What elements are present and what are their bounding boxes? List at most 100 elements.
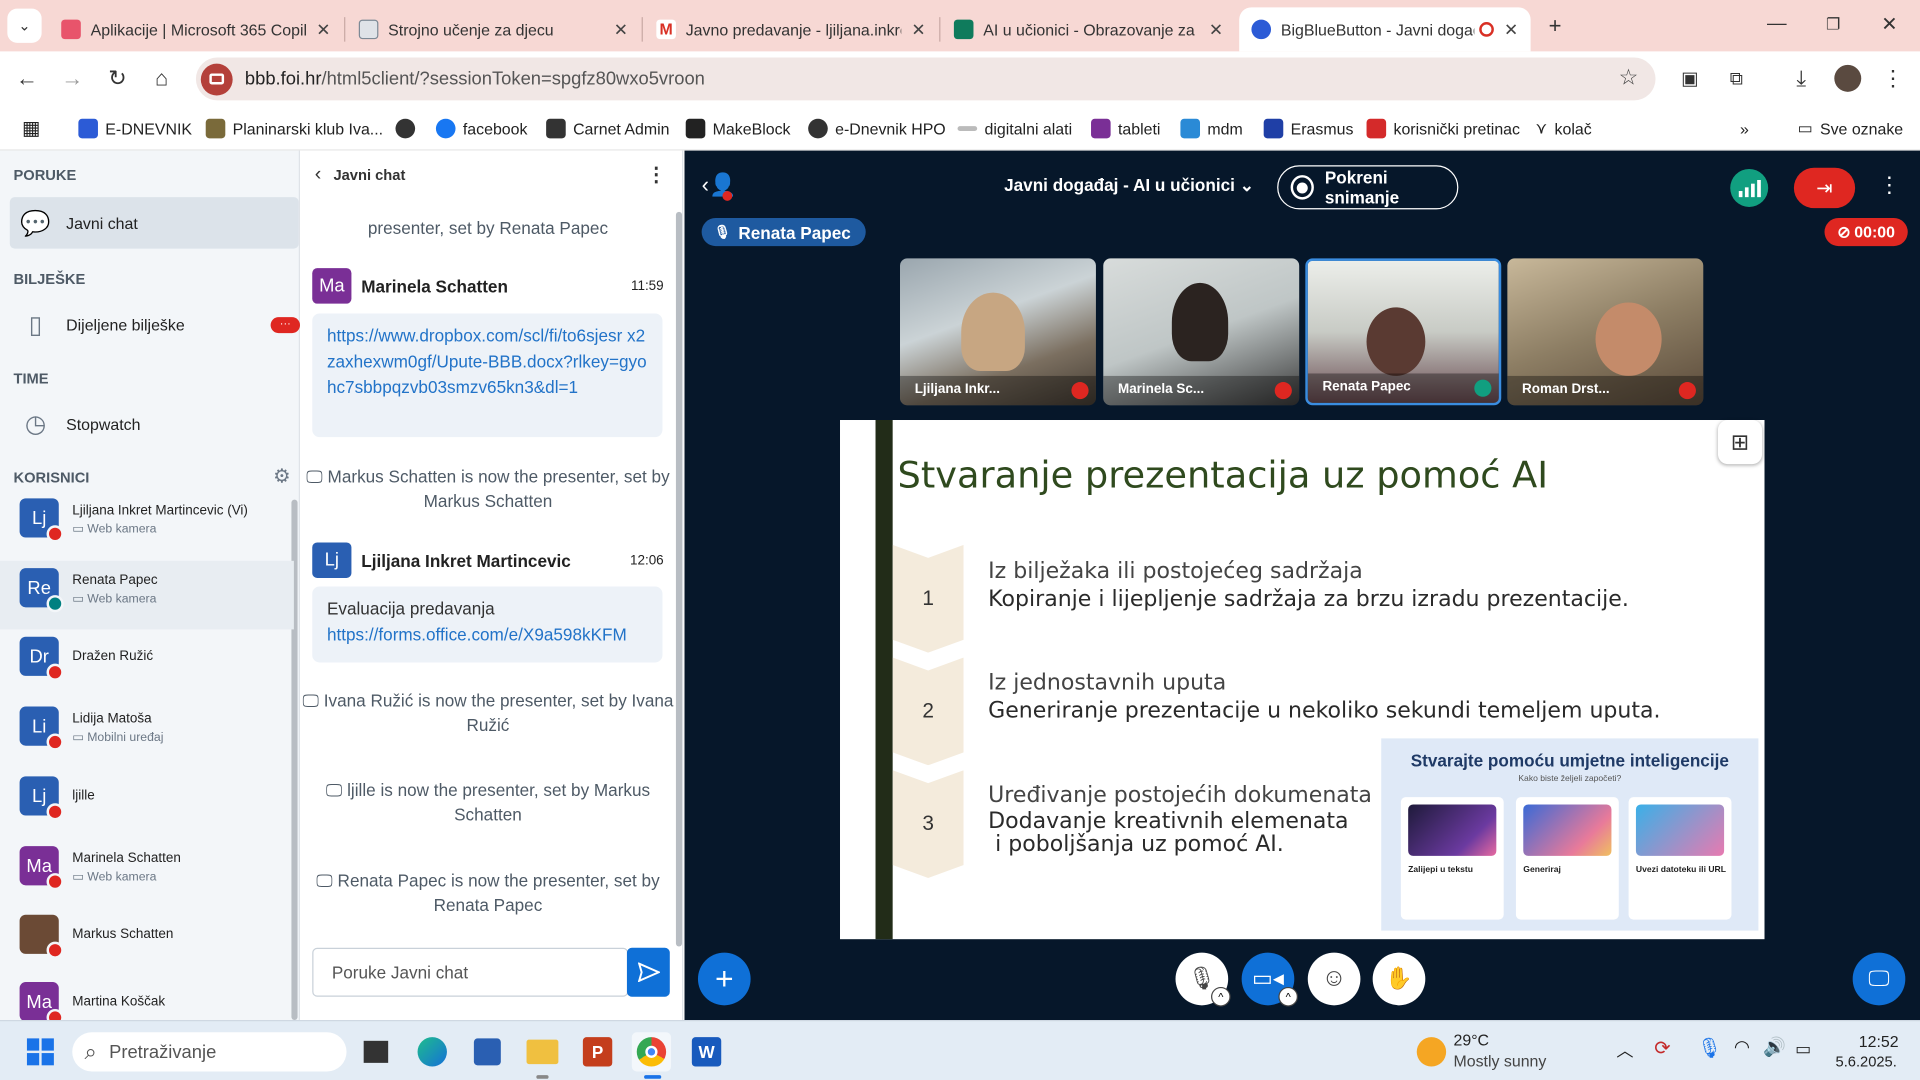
bookmark-ednevnik[interactable]: E-DNEVNIK <box>78 115 192 142</box>
taskbar-file-explorer[interactable] <box>523 1032 562 1071</box>
close-icon[interactable]: ✕ <box>1504 19 1518 40</box>
sync-icon[interactable]: ⟳ <box>1654 1036 1670 1060</box>
bookmark-ednevnik-hpo[interactable]: e-Dnevnik HPO <box>808 115 946 142</box>
chevron-left-icon[interactable]: ‹ <box>315 164 322 186</box>
weather-condition[interactable]: Mostly sunny <box>1453 1052 1546 1070</box>
tab-bigbluebutton[interactable]: BigBlueButton - Javni događ ✕ <box>1239 7 1531 52</box>
user-list-item[interactable]: Ma Marinela Schatten ▭ Web kamera <box>0 839 294 908</box>
new-tab-icon[interactable]: + <box>1538 9 1572 43</box>
chat-options-icon[interactable]: ⋮ <box>647 163 667 187</box>
settings-gear-icon[interactable]: ⚙ <box>273 464 291 488</box>
video-tile[interactable]: Roman Drst... <box>1507 258 1704 406</box>
apps-grid-icon[interactable]: ▦ <box>22 115 41 142</box>
video-tile-active-speaker[interactable]: Renata Papec <box>1305 258 1502 406</box>
step-1-text: Iz bilježaka ili postojećeg sadržaja Kopi… <box>988 558 1629 613</box>
user-list-item[interactable]: Dr Dražen Ružić <box>0 629 294 698</box>
microphone-icon[interactable]: 🎙 <box>1697 1036 1722 1060</box>
close-window-icon[interactable]: ✕ <box>1861 0 1917 49</box>
audio-options-icon[interactable]: ^ <box>1211 986 1231 1007</box>
taskbar-task-view[interactable] <box>356 1032 395 1071</box>
presentation-menu-icon[interactable]: ⊞ <box>1717 420 1763 465</box>
download-icon[interactable]: ⤓ <box>1784 61 1818 95</box>
user-list-item[interactable]: Markus Schatten <box>0 907 294 976</box>
home-icon[interactable]: ⌂ <box>144 61 178 95</box>
tab-strojno-ucenje[interactable]: Strojno učenje za djecu ✕ <box>347 7 641 51</box>
close-icon[interactable]: ✕ <box>911 19 925 40</box>
extensions-icon[interactable]: ⧉ <box>1719 61 1753 95</box>
user-list-item[interactable]: Lj ljille <box>0 769 294 838</box>
bookmark-tableti[interactable]: tableti <box>1091 115 1160 142</box>
bookmark-korisnicki-pretinac[interactable]: korisnički pretinac <box>1366 115 1520 142</box>
options-dots-icon[interactable]: ⋮ <box>1878 173 1900 199</box>
address-bar[interactable]: bbb.foi.hr/html5client/?sessionToken=spg… <box>195 57 1656 101</box>
connection-status-icon[interactable] <box>1730 168 1769 207</box>
back-icon[interactable]: ← <box>10 61 44 95</box>
close-icon[interactable]: ✕ <box>1209 19 1223 40</box>
tab-ai-ucionici[interactable]: AI u učionici - Obrazovanje za ✕ <box>942 7 1236 51</box>
chat-message-input[interactable]: Poruke Javni chat <box>312 947 629 997</box>
close-icon[interactable]: ✕ <box>316 19 330 40</box>
site-info-icon[interactable] <box>200 63 233 95</box>
dropbox-link[interactable]: https://www.dropbox.com/scl/fi/to6sjesr … <box>327 326 647 397</box>
url-text[interactable]: bbb.foi.hr/html5client/?sessionToken=spg… <box>245 69 705 90</box>
raise-hand-button[interactable]: ✋ <box>1372 952 1426 1006</box>
video-tile[interactable]: Ljiljana Inkr... <box>900 258 1096 406</box>
profile-avatar[interactable] <box>1834 64 1862 92</box>
forward-icon[interactable]: → <box>55 61 89 95</box>
camera-options-icon[interactable]: ^ <box>1278 986 1298 1007</box>
tab-m365[interactable]: Aplikacije | Microsoft 365 Copil ✕ <box>49 7 343 51</box>
user-list-item[interactable]: Re Renata Papec ▭ Web kamera <box>0 560 294 630</box>
battery-icon[interactable]: ▭ <box>1795 1038 1811 1059</box>
cast-icon[interactable]: ▣ <box>1673 61 1707 95</box>
volume-icon[interactable]: 🔊 <box>1763 1036 1786 1058</box>
weather-temp[interactable]: 29°C <box>1453 1031 1489 1049</box>
bookmark-facebook[interactable]: facebook <box>435 115 527 142</box>
send-button[interactable] <box>626 947 670 997</box>
minimize-icon[interactable]: — <box>1749 0 1805 49</box>
users-heading: KORISNICI <box>13 468 90 487</box>
sidebar-item-shared-notes[interactable]: ▯ Dijeljene bilješke ··· <box>10 299 301 350</box>
reactions-button[interactable]: ☺ <box>1307 952 1361 1006</box>
start-button[interactable] <box>21 1032 60 1071</box>
forms-link[interactable]: https://forms.office.com/e/X9a598kKFM <box>327 622 648 648</box>
meeting-title[interactable]: Javni događaj - AI u učionici ⌄ <box>1004 175 1254 196</box>
sidebar-item-public-chat[interactable]: 💬 Javni chat <box>9 197 299 249</box>
public-chat-panel: ‹ Javni chat ⋮ presenter, set by Renata … <box>300 150 684 1021</box>
close-icon[interactable]: ✕ <box>614 19 628 40</box>
bookmark-carnet[interactable]: Carnet Admin <box>546 115 670 142</box>
bookmark-globe[interactable] <box>395 115 423 142</box>
taskbar-powerpoint[interactable]: P <box>578 1032 617 1071</box>
clock-time[interactable]: 12:52 <box>1859 1032 1899 1050</box>
tab-gmail[interactable]: M Javno predavanje - ljiljana.inkre ✕ <box>644 7 938 51</box>
presentation-toggle-button[interactable]: 🖵 <box>1852 952 1906 1006</box>
wifi-icon[interactable]: ◠ <box>1734 1036 1750 1058</box>
taskbar-edge[interactable] <box>413 1032 452 1071</box>
bookmark-makeblock[interactable]: MakeBlock <box>685 115 791 142</box>
video-tile[interactable]: Marinela Sc... <box>1103 258 1300 406</box>
bookmark-kolac[interactable]: ⋎ kolač <box>1536 115 1592 142</box>
taskbar-word[interactable]: W <box>687 1032 726 1071</box>
user-list-item[interactable]: Lj Ljiljana Inkret Martincevic (Vi) ▭ Web … <box>0 491 294 560</box>
bookmark-planinarski[interactable]: Planinarski klub Iva... <box>205 115 383 142</box>
show-hidden-icons-icon[interactable]: ︿ <box>1616 1038 1633 1062</box>
bookmark-star-icon[interactable]: ☆ <box>1619 65 1639 91</box>
reload-icon[interactable]: ↻ <box>100 61 134 95</box>
bookmark-digitalni-alati[interactable]: digitalni alati <box>957 115 1072 142</box>
actions-plus-button[interactable]: + <box>697 952 751 1006</box>
bookmark-erasmus[interactable]: Erasmus <box>1263 115 1353 142</box>
sidebar-item-stopwatch[interactable]: ◷ Stopwatch <box>10 398 299 449</box>
restore-icon[interactable]: ❐ <box>1805 0 1861 49</box>
more-bookmarks-icon[interactable]: » <box>1740 115 1749 142</box>
menu-dots-icon[interactable]: ⋮ <box>1876 61 1910 95</box>
bookmark-mdm[interactable]: mdm <box>1180 115 1243 142</box>
leave-meeting-button[interactable]: ⇥ <box>1793 167 1856 209</box>
tab-search-icon[interactable]: ⌄ <box>7 8 42 43</box>
user-list-item[interactable]: Li Lidija Matoša ▭ Mobilni uređaj <box>0 699 294 768</box>
taskbar-chrome[interactable] <box>631 1032 672 1072</box>
clock-date[interactable]: 5.6.2025. <box>1836 1053 1897 1070</box>
chat-scrollbar[interactable] <box>675 211 683 947</box>
start-recording-button[interactable]: Pokreni snimanje <box>1277 165 1459 210</box>
taskbar-search[interactable]: ⌕ Pretraživanje <box>72 1032 347 1072</box>
all-bookmarks[interactable]: ▭ Sve oznake <box>1798 115 1904 142</box>
taskbar-store[interactable] <box>468 1032 507 1071</box>
